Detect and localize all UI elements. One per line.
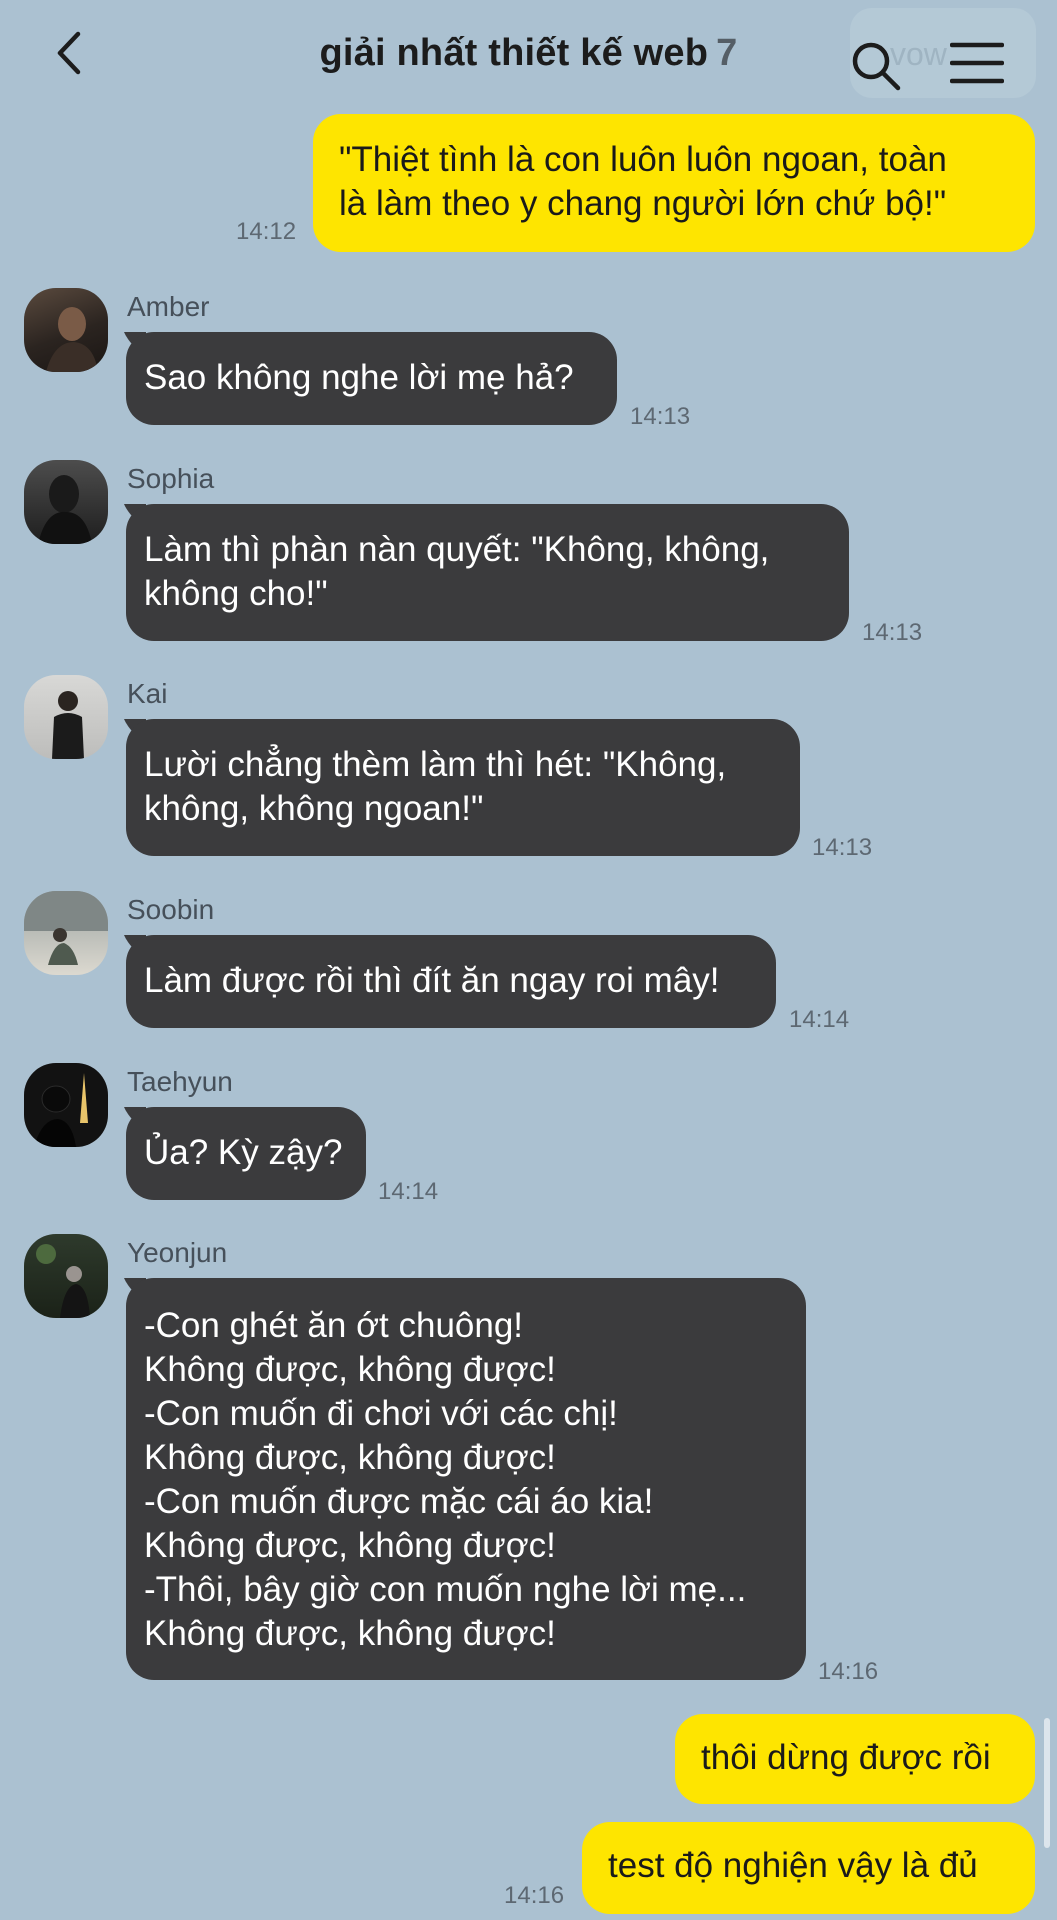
my-message-bubble[interactable]: "Thiệt tình là con luôn luôn ngoan, toàn… (313, 114, 1035, 252)
message-bubble[interactable]: Sao không nghe lời mẹ hả? (126, 332, 617, 425)
message-time: 14:13 (862, 619, 923, 646)
avatar-kai[interactable] (24, 675, 108, 759)
avatar-sophia[interactable] (24, 460, 108, 544)
message-time: 14:16 (504, 1882, 565, 1909)
avatar-photo-icon (52, 691, 84, 759)
scrollbar[interactable] (1044, 1718, 1050, 1848)
message-bubble[interactable]: Làm thì phàn nàn quyết: "Không, không, k… (126, 504, 849, 641)
avatar-photo-icon (46, 307, 98, 372)
message-time: 14:14 (378, 1178, 439, 1205)
avatar-amber[interactable] (24, 288, 108, 372)
avatar-photo-icon (34, 1073, 88, 1147)
search-icon[interactable] (848, 38, 904, 94)
my-message-bubble[interactable]: thôi dừng được rồi (675, 1714, 1035, 1804)
message-time: 14:14 (789, 1006, 850, 1033)
message-time: 14:13 (812, 834, 873, 861)
chat-title-text: giải nhất thiết kế web (319, 32, 709, 74)
message-bubble[interactable]: -Con ghét ăn ớt chuông! Không được, khôn… (126, 1278, 806, 1680)
avatar-photo-icon (24, 891, 108, 965)
sender-name: Yeonjun (127, 1237, 228, 1268)
sender-name: Soobin (127, 894, 215, 925)
message-time: 14:13 (630, 403, 691, 430)
sender-name: Taehyun (127, 1066, 233, 1097)
avatar-taehyun[interactable] (24, 1063, 108, 1147)
avatar-yeonjun[interactable] (24, 1234, 108, 1318)
menu-icon[interactable] (950, 40, 1004, 86)
sender-name: Kai (127, 678, 168, 709)
avatar-photo-icon (38, 475, 92, 544)
my-message-bubble[interactable]: test độ nghiện vậy là đủ (582, 1822, 1035, 1914)
member-count: 7 (716, 32, 738, 74)
message-bubble[interactable]: Lười chẳng thèm làm thì hét: "Không, khô… (126, 719, 800, 856)
avatar-photo-icon (36, 1244, 90, 1318)
message-bubble[interactable]: Làm được rồi thì đít ăn ngay roi mây! (126, 935, 776, 1028)
sender-name: Amber (127, 291, 210, 322)
message-time: 14:12 (236, 218, 297, 245)
chat-header: giải nhất thiết kế web 7 vow (0, 0, 1057, 110)
message-bubble[interactable]: Ủa? Kỳ zậy? (126, 1107, 366, 1200)
sender-name: Sophia (127, 463, 215, 494)
avatar-soobin[interactable] (24, 891, 108, 975)
message-time: 14:16 (818, 1658, 879, 1685)
